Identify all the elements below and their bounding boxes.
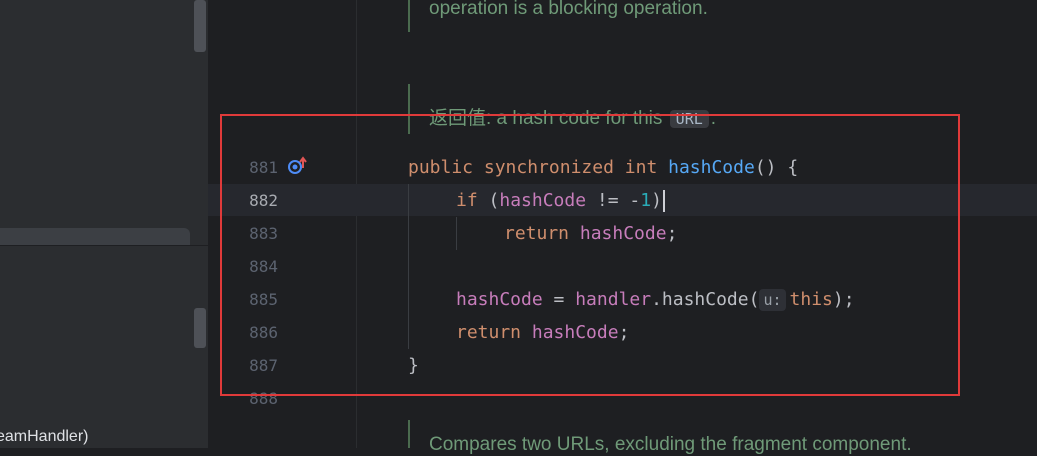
doc-comment-bar bbox=[408, 420, 410, 448]
structure-panel-scrollbar[interactable] bbox=[194, 308, 206, 348]
doc-comment-text: operation is a blocking operation. bbox=[429, 0, 708, 19]
doc-comment-bar bbox=[408, 0, 410, 32]
doc-comment-text: Compares two URLs, excluding the fragmen… bbox=[429, 434, 912, 455]
annotation-highlight-box bbox=[220, 114, 960, 396]
project-panel-selected-row[interactable] bbox=[0, 228, 190, 246]
project-panel-scrollbar[interactable] bbox=[194, 0, 206, 52]
project-panel bbox=[0, 0, 208, 448]
structure-item-label[interactable]: eamHandler) bbox=[0, 428, 88, 446]
panel-divider[interactable] bbox=[0, 245, 208, 246]
